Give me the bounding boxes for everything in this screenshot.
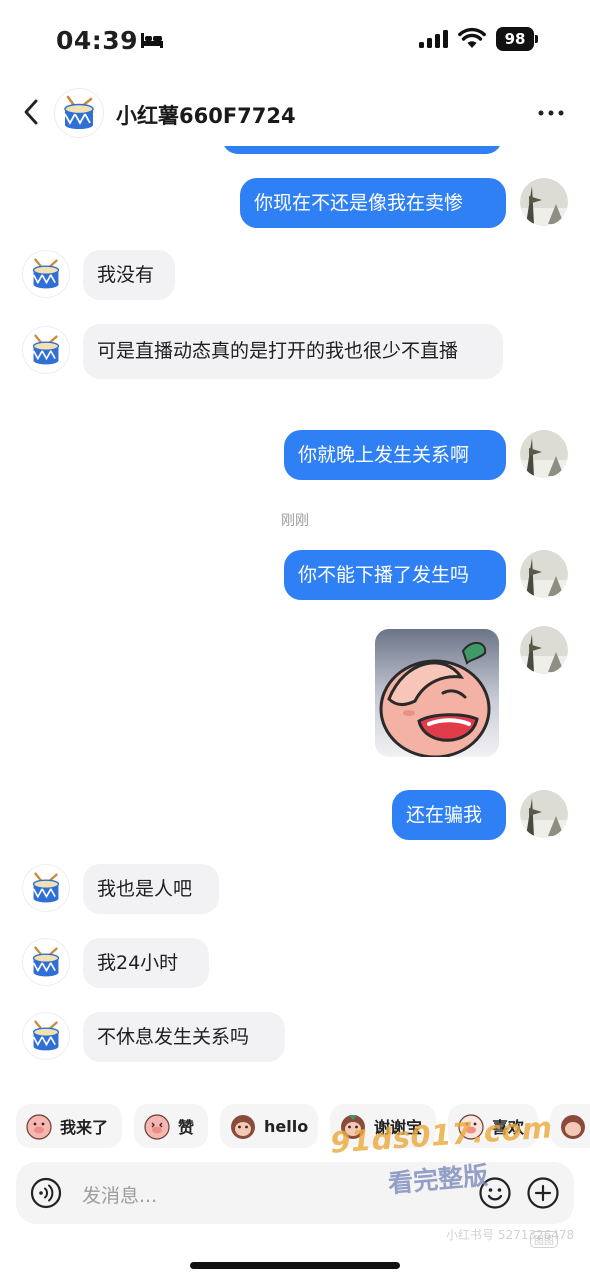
add-plus-icon[interactable] xyxy=(526,1176,560,1210)
quick-reply-chip[interactable]: 我来了 xyxy=(16,1104,122,1148)
outgoing-message-bubble[interactable]: 你现在不还是像我在卖惨 xyxy=(240,178,506,228)
monkey-sticker-icon xyxy=(561,1115,585,1139)
my-avatar[interactable] xyxy=(520,550,568,598)
quick-reply-label: 赞 xyxy=(178,1118,195,1137)
my-avatar[interactable] xyxy=(520,178,568,226)
my-avatar[interactable] xyxy=(520,430,568,478)
outgoing-message-bubble[interactable]: 还在骗我 xyxy=(392,790,506,840)
contact-avatar-drum-icon[interactable] xyxy=(22,1012,70,1060)
cellular-signal-icon xyxy=(419,30,448,48)
quick-reply-chip-partial[interactable] xyxy=(550,1104,590,1148)
quick-reply-chip[interactable]: hello xyxy=(220,1104,318,1148)
status-time: 04:39 xyxy=(56,26,139,55)
quick-reply-chip[interactable]: 赞 xyxy=(134,1104,208,1148)
sleep-mode-icon xyxy=(141,33,163,48)
contact-avatar-drum-icon[interactable] xyxy=(22,938,70,986)
contact-name: 小红薯660F7724 xyxy=(116,104,296,128)
battery-indicator: 98 xyxy=(496,27,538,51)
my-avatar[interactable] xyxy=(520,790,568,838)
battery-level: 98 xyxy=(496,27,534,51)
message-timestamp: 刚刚 xyxy=(281,513,309,529)
monkey-hello-sticker-icon xyxy=(231,1115,255,1139)
incoming-message-bubble[interactable]: 可是直播动态真的是打开的我也很少不直播 xyxy=(83,324,503,379)
previous-message-bubble-partial xyxy=(222,146,502,154)
voice-input-icon[interactable] xyxy=(30,1177,62,1209)
incoming-message-bubble[interactable]: 我24小时 xyxy=(83,938,209,988)
status-bar: 04:39 98 xyxy=(0,0,590,80)
message-input[interactable]: 发消息... xyxy=(82,1181,157,1208)
quick-reply-label: 我来了 xyxy=(60,1118,109,1137)
contact-avatar-drum-icon[interactable] xyxy=(22,250,70,298)
home-indicator[interactable] xyxy=(190,1262,400,1269)
incoming-message-bubble[interactable]: 我也是人吧 xyxy=(83,864,219,914)
outgoing-message-bubble[interactable]: 你不能下播了发生吗 xyxy=(284,550,506,600)
incoming-message-bubble[interactable]: 不休息发生关系吗 xyxy=(83,1012,285,1062)
my-avatar[interactable] xyxy=(520,626,568,674)
contact-avatar-drum-icon[interactable] xyxy=(54,88,104,138)
battery-tip xyxy=(535,35,538,43)
contact-avatar-drum-icon[interactable] xyxy=(22,864,70,912)
back-button[interactable] xyxy=(16,94,48,130)
contact-avatar-drum-icon[interactable] xyxy=(22,326,70,374)
message-list[interactable]: 你现在不还是像我在卖惨 我没有 可是直播动态真的是打开的我也很少不直播 你就晚上… xyxy=(0,146,590,1096)
outgoing-message-bubble[interactable]: 你就晚上发生关系啊 xyxy=(284,430,506,480)
facepalm-radish-sticker[interactable] xyxy=(375,629,499,757)
message-composer: 发消息... xyxy=(16,1162,574,1224)
quick-reply-label: hello xyxy=(264,1116,309,1136)
chat-header: 小红薯660F7724 xyxy=(0,80,590,146)
incoming-message-bubble[interactable]: 我没有 xyxy=(83,250,175,300)
pig-waving-sticker-icon xyxy=(26,1114,52,1140)
wifi-icon xyxy=(458,27,486,48)
watermark-faint-badge: 图图 xyxy=(530,1231,558,1248)
more-options-icon[interactable] xyxy=(536,104,566,122)
pig-thumbs-up-sticker-icon xyxy=(144,1114,170,1140)
